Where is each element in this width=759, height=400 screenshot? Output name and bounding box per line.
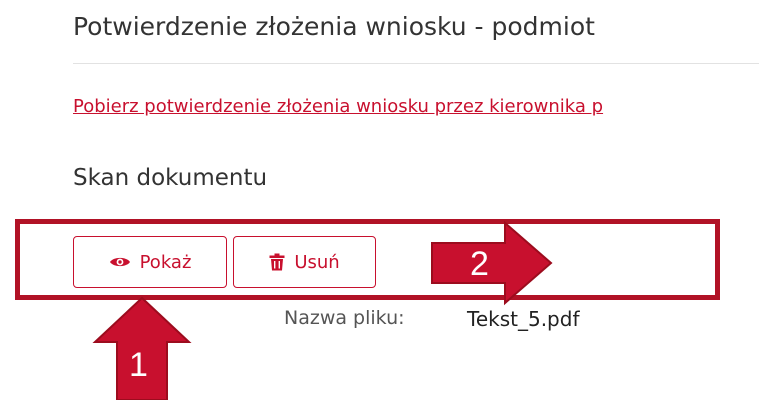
document-scan-heading: Skan dokumentu xyxy=(73,165,268,191)
file-name-label: Nazwa pliku: xyxy=(284,307,405,329)
divider xyxy=(73,63,759,64)
show-button-label: Pokaż xyxy=(139,251,192,273)
annotation-arrow-1: 1 xyxy=(92,296,192,400)
annotation-arrow-2: 2 xyxy=(430,220,555,306)
application-page: Potwierdzenie złożenia wniosku - podmiot… xyxy=(0,0,759,400)
file-name-value: Tekst_5.pdf xyxy=(467,307,580,331)
delete-button-label: Usuń xyxy=(294,251,340,273)
delete-button[interactable]: Usuń xyxy=(233,236,376,288)
eye-icon xyxy=(109,255,131,269)
show-button[interactable]: Pokaż xyxy=(73,236,227,288)
download-confirmation-link[interactable]: Pobierz potwierdzenie złożenia wniosku p… xyxy=(73,96,603,117)
page-title: Potwierdzenie złożenia wniosku - podmiot xyxy=(73,12,595,41)
annotation-number-2: 2 xyxy=(470,245,489,283)
trash-icon xyxy=(269,253,285,271)
annotation-number-1: 1 xyxy=(129,346,148,384)
